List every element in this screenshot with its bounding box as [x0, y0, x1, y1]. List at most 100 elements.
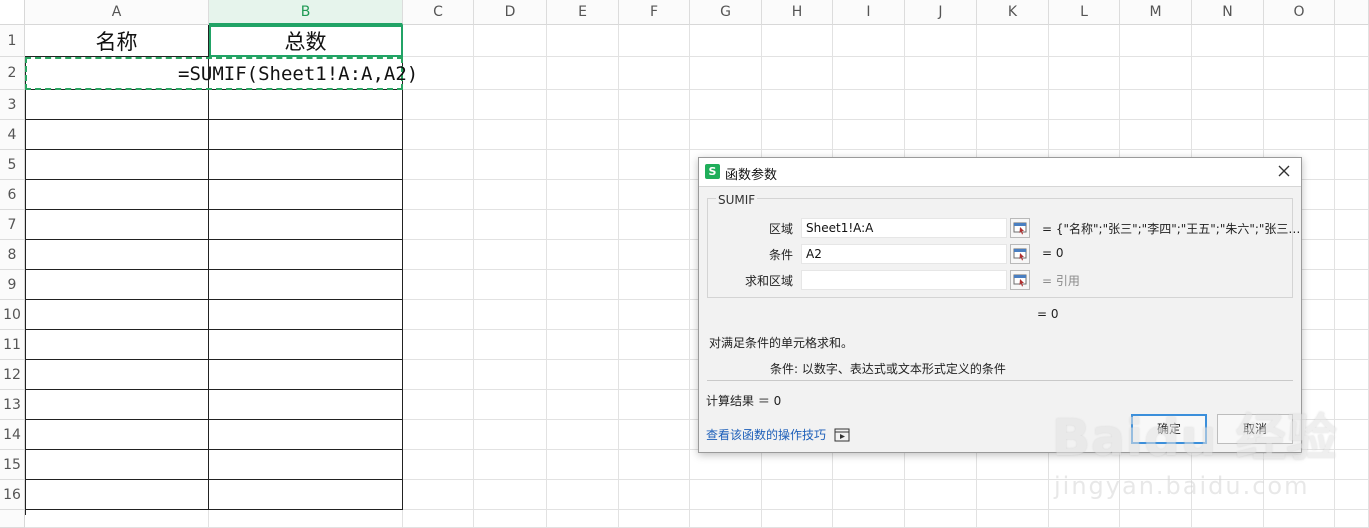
- cell[interactable]: [474, 510, 547, 528]
- cell[interactable]: [209, 330, 403, 360]
- cell-a1[interactable]: 名称: [25, 25, 209, 57]
- cell[interactable]: [403, 420, 474, 450]
- close-icon[interactable]: [1275, 162, 1293, 180]
- cell[interactable]: [762, 510, 833, 528]
- cell[interactable]: [474, 90, 547, 120]
- cell[interactable]: [547, 510, 619, 528]
- column-header-n[interactable]: N: [1192, 0, 1264, 25]
- cell[interactable]: [403, 480, 474, 510]
- cell[interactable]: [833, 480, 905, 510]
- row-header-10[interactable]: 10: [0, 300, 25, 330]
- cell[interactable]: [1192, 57, 1264, 90]
- cell[interactable]: [403, 120, 474, 150]
- cell[interactable]: [690, 90, 762, 120]
- cell[interactable]: [690, 57, 762, 90]
- cell[interactable]: [403, 210, 474, 240]
- cell[interactable]: [905, 90, 977, 120]
- cell[interactable]: [547, 90, 619, 120]
- row-header-4[interactable]: 4: [0, 120, 25, 150]
- cell[interactable]: [1335, 330, 1369, 360]
- cell[interactable]: [209, 270, 403, 300]
- cell[interactable]: [403, 330, 474, 360]
- cell[interactable]: [547, 150, 619, 180]
- cell[interactable]: [209, 300, 403, 330]
- cell[interactable]: [25, 300, 209, 330]
- cell[interactable]: [474, 360, 547, 390]
- cell[interactable]: [1049, 57, 1120, 90]
- cell[interactable]: [619, 420, 690, 450]
- cell[interactable]: [474, 180, 547, 210]
- cell[interactable]: [905, 480, 977, 510]
- cell[interactable]: [474, 240, 547, 270]
- cell[interactable]: [1264, 120, 1335, 150]
- cell[interactable]: [1120, 480, 1192, 510]
- cell[interactable]: [833, 120, 905, 150]
- cell[interactable]: [1335, 360, 1369, 390]
- cell[interactable]: [403, 270, 474, 300]
- cell[interactable]: [905, 510, 977, 528]
- cell[interactable]: [762, 90, 833, 120]
- cell[interactable]: [1335, 270, 1369, 300]
- range-collapse-button[interactable]: [1010, 218, 1030, 238]
- cell[interactable]: [833, 25, 905, 57]
- row-header-2[interactable]: 2: [0, 57, 25, 90]
- cell[interactable]: [619, 510, 690, 528]
- cell[interactable]: [547, 480, 619, 510]
- cell[interactable]: [1335, 390, 1369, 420]
- cell[interactable]: [1192, 120, 1264, 150]
- cell[interactable]: [547, 57, 619, 90]
- cell[interactable]: [833, 90, 905, 120]
- cell[interactable]: [1120, 450, 1192, 480]
- cell[interactable]: [25, 180, 209, 210]
- cell[interactable]: [474, 330, 547, 360]
- cell[interactable]: [833, 450, 905, 480]
- cell[interactable]: [619, 57, 690, 90]
- row-header-8[interactable]: 8: [0, 240, 25, 270]
- cell[interactable]: [25, 360, 209, 390]
- column-header-c[interactable]: C: [403, 0, 474, 25]
- column-header-i[interactable]: I: [833, 0, 905, 25]
- cell[interactable]: [977, 120, 1049, 150]
- cell[interactable]: [474, 420, 547, 450]
- row-header-12[interactable]: 12: [0, 360, 25, 390]
- cell[interactable]: [403, 300, 474, 330]
- sum-range-input[interactable]: [801, 270, 1007, 290]
- cell[interactable]: [690, 450, 762, 480]
- row-header-16[interactable]: 16: [0, 480, 25, 510]
- cell[interactable]: [833, 57, 905, 90]
- row-header-9[interactable]: 9: [0, 270, 25, 300]
- column-header-m[interactable]: M: [1120, 0, 1192, 25]
- cell[interactable]: [619, 90, 690, 120]
- cell[interactable]: [547, 25, 619, 57]
- cell[interactable]: [1049, 90, 1120, 120]
- cell[interactable]: [619, 240, 690, 270]
- cell[interactable]: [25, 270, 209, 300]
- cell[interactable]: [1335, 120, 1369, 150]
- cell[interactable]: [619, 120, 690, 150]
- cell[interactable]: [1335, 150, 1369, 180]
- cell[interactable]: [547, 180, 619, 210]
- cell[interactable]: [1192, 450, 1264, 480]
- cell[interactable]: [25, 450, 209, 480]
- row-header-1[interactable]: 1: [0, 25, 25, 57]
- cell[interactable]: [619, 360, 690, 390]
- sum-range-collapse-button[interactable]: [1010, 270, 1030, 290]
- cell[interactable]: [1335, 210, 1369, 240]
- cell[interactable]: [403, 180, 474, 210]
- cell[interactable]: [474, 450, 547, 480]
- cell[interactable]: [209, 510, 403, 528]
- cell[interactable]: [25, 510, 209, 528]
- cell[interactable]: [690, 480, 762, 510]
- cell[interactable]: [474, 25, 547, 57]
- cell[interactable]: [690, 510, 762, 528]
- cell[interactable]: [762, 120, 833, 150]
- cell[interactable]: [762, 450, 833, 480]
- cell[interactable]: [619, 450, 690, 480]
- cell[interactable]: [25, 390, 209, 420]
- cell[interactable]: [25, 420, 209, 450]
- column-header-p[interactable]: [1335, 0, 1369, 25]
- criteria-collapse-button[interactable]: [1010, 244, 1030, 264]
- cell[interactable]: [762, 57, 833, 90]
- cell[interactable]: [25, 120, 209, 150]
- cell[interactable]: [547, 210, 619, 240]
